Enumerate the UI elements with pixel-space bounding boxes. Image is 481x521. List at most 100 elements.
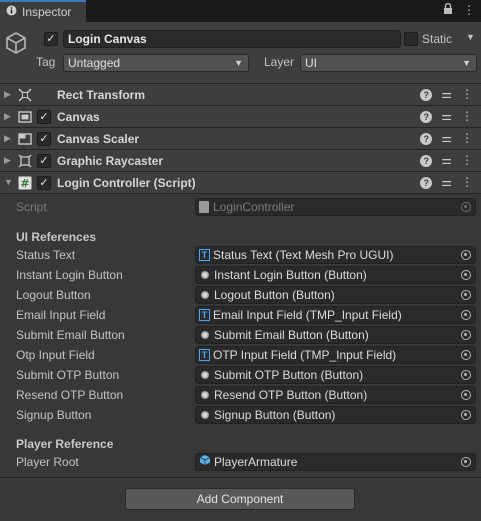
section-player-reference: Player Reference: [16, 437, 114, 451]
property-row: Submit OTP Button Submit OTP Button (Butt…: [0, 365, 481, 385]
fold-arrow-down-icon[interactable]: ▼: [4, 177, 13, 187]
graphic-raycaster-icon: [18, 154, 32, 168]
help-icon[interactable]: ?: [420, 155, 433, 167]
property-row: Player Root PlayerArmature: [0, 452, 481, 472]
svg-text:#: #: [20, 177, 29, 190]
tag-dropdown[interactable]: Untagged ▼: [63, 54, 249, 72]
object-reference-value: PlayerArmature: [214, 455, 298, 469]
button-component-icon: [201, 271, 209, 279]
object-picker-icon[interactable]: [461, 270, 471, 280]
object-reference-value: Submit OTP Button (Button): [214, 368, 364, 382]
component-graphic-raycaster[interactable]: ▶ ✓ Graphic Raycaster ? ⚌ ⋮: [0, 150, 481, 172]
presets-icon[interactable]: ⚌: [441, 87, 452, 101]
component-canvas-scaler[interactable]: ▶ ✓ Canvas Scaler ? ⚌ ⋮: [0, 128, 481, 150]
button-component-icon: [201, 291, 209, 299]
property-label: Logout Button: [16, 288, 91, 302]
property-row: Otp Input Field T OTP Input Field (TMP_Inp…: [0, 345, 481, 365]
more-options-icon[interactable]: ⋮: [461, 109, 473, 123]
layer-dropdown[interactable]: UI ▼: [300, 54, 477, 72]
presets-icon[interactable]: ⚌: [441, 131, 452, 145]
help-icon[interactable]: ?: [420, 177, 433, 189]
property-label: Submit OTP Button: [16, 368, 120, 382]
enabled-checkbox[interactable]: ✓: [37, 110, 51, 124]
more-options-icon[interactable]: ⋮: [461, 87, 473, 101]
button-component-icon: [201, 371, 209, 379]
property-label: Player Root: [16, 455, 79, 469]
component-title: Login Controller (Script): [57, 176, 196, 190]
tag-label: Tag: [36, 55, 56, 69]
object-reference-field[interactable]: Submit OTP Button (Button): [195, 366, 476, 384]
more-options-icon[interactable]: ⋮: [461, 131, 473, 145]
component-rect-transform[interactable]: ▶ Rect Transform ? ⚌ ⋮: [0, 84, 481, 106]
add-component-button[interactable]: Add Component: [125, 488, 355, 510]
enabled-checkbox[interactable]: ✓: [37, 176, 51, 190]
object-reference-field[interactable]: T OTP Input Field (TMP_Input Field): [195, 346, 476, 364]
object-picker-icon: [461, 202, 471, 212]
component-login-controller[interactable]: ▼ # ✓ Login Controller (Script) ? ⚌ ⋮: [0, 172, 481, 194]
more-options-icon[interactable]: ⋮: [461, 175, 473, 189]
script-field: LoginController: [195, 198, 476, 216]
chevron-down-icon: ▼: [234, 58, 243, 68]
object-header: ✓ Login Canvas Static ▼ Tag Untagged ▼ L…: [0, 22, 481, 84]
component-title: Canvas Scaler: [57, 132, 140, 146]
presets-icon[interactable]: ⚌: [441, 175, 452, 189]
help-icon[interactable]: ?: [420, 133, 433, 145]
prefab-icon: [199, 454, 211, 470]
enabled-checkbox[interactable]: ✓: [37, 154, 51, 168]
object-picker-icon[interactable]: [461, 310, 471, 320]
property-label: Email Input Field: [16, 308, 106, 322]
more-options-icon[interactable]: ⋮: [461, 153, 473, 167]
fold-arrow-icon[interactable]: ▶: [4, 155, 11, 166]
tab-inspector[interactable]: Inspector: [0, 0, 86, 22]
object-picker-icon[interactable]: [461, 457, 471, 467]
static-checkbox[interactable]: [404, 32, 418, 46]
object-reference-field[interactable]: T Status Text (Text Mesh Pro UGUI): [195, 246, 476, 264]
object-reference-field[interactable]: T Email Input Field (TMP_Input Field): [195, 306, 476, 324]
object-reference-field[interactable]: Submit Email Button (Button): [195, 326, 476, 344]
component-title: Graphic Raycaster: [57, 154, 164, 168]
presets-icon[interactable]: ⚌: [441, 153, 452, 167]
object-picker-icon[interactable]: [461, 250, 471, 260]
object-picker-icon[interactable]: [461, 410, 471, 420]
object-reference-field[interactable]: Logout Button (Button): [195, 286, 476, 304]
property-label: Resend OTP Button: [16, 388, 124, 402]
object-picker-icon[interactable]: [461, 330, 471, 340]
static-label: Static: [422, 32, 453, 46]
help-icon[interactable]: ?: [420, 89, 433, 101]
object-reference-value: Instant Login Button (Button): [214, 268, 367, 282]
more-options-icon[interactable]: ⋮: [463, 3, 475, 18]
section-ui-references: UI References: [16, 230, 97, 244]
footer: Add Component: [0, 477, 481, 521]
property-label: Otp Input Field: [16, 348, 95, 362]
object-picker-icon[interactable]: [461, 390, 471, 400]
object-picker-icon[interactable]: [461, 370, 471, 380]
property-label: Instant Login Button: [16, 268, 123, 282]
fold-arrow-icon[interactable]: ▶: [4, 111, 11, 122]
info-icon: [6, 5, 17, 19]
object-reference-field[interactable]: Signup Button (Button): [195, 406, 476, 424]
script-value: LoginController: [213, 200, 295, 214]
object-reference-field[interactable]: Resend OTP Button (Button): [195, 386, 476, 404]
property-label: Status Text: [16, 248, 76, 262]
object-reference-value: Email Input Field (TMP_Input Field): [213, 308, 402, 322]
object-reference-field[interactable]: Instant Login Button (Button): [195, 266, 476, 284]
text-mesh-pro-icon: T: [199, 349, 210, 361]
help-icon[interactable]: ?: [420, 111, 433, 123]
fold-arrow-icon[interactable]: ▶: [4, 133, 11, 144]
fold-arrow-icon[interactable]: ▶: [4, 89, 11, 100]
object-name-field[interactable]: Login Canvas: [63, 30, 401, 48]
component-title: Canvas: [57, 110, 100, 124]
property-row: Status Text T Status Text (Text Mesh Pro U…: [0, 245, 481, 265]
enabled-checkbox[interactable]: ✓: [37, 132, 51, 146]
object-picker-icon[interactable]: [461, 350, 471, 360]
active-checkbox[interactable]: ✓: [44, 32, 58, 46]
script-label: Script: [16, 200, 47, 214]
static-dropdown-icon[interactable]: ▼: [466, 32, 475, 42]
presets-icon[interactable]: ⚌: [441, 109, 452, 123]
object-reference-value: Status Text (Text Mesh Pro UGUI): [213, 248, 394, 262]
property-row: Signup Button Signup Button (Button): [0, 405, 481, 425]
component-canvas[interactable]: ▶ ✓ Canvas ? ⚌ ⋮: [0, 106, 481, 128]
object-reference-field[interactable]: PlayerArmature: [195, 453, 476, 471]
lock-icon[interactable]: [443, 2, 453, 18]
object-picker-icon[interactable]: [461, 290, 471, 300]
